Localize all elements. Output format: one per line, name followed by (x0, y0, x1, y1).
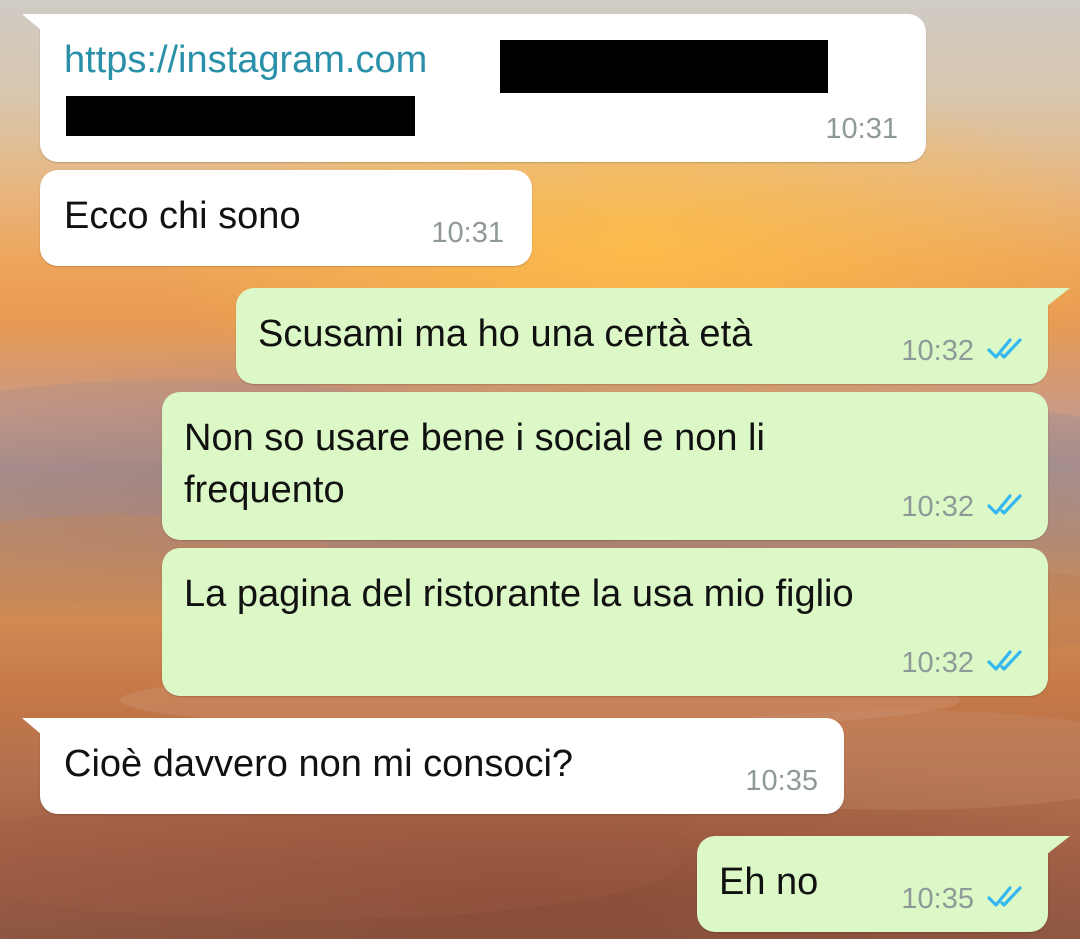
message-text: Ecco chi sono (64, 195, 301, 237)
message-text: La pagina del ristorante la usa mio figl… (184, 573, 854, 615)
message-timestamp: 10:32 (901, 647, 974, 679)
message-text-line: frequento (184, 469, 345, 511)
message-timestamp: 10:32 (901, 335, 974, 367)
redaction-block (500, 40, 828, 93)
double-check-icon (987, 650, 1022, 671)
outgoing-message[interactable]: Eh no 10:35 (697, 836, 1070, 932)
incoming-message-link[interactable]: https://instagram.com 10:31 (22, 14, 926, 162)
double-check-icon (987, 338, 1022, 359)
message-timestamp: 10:31 (431, 217, 504, 249)
outgoing-message[interactable]: Non so usare bene i social e non li freq… (162, 392, 1048, 540)
incoming-message[interactable]: Ecco chi sono 10:31 (40, 170, 532, 266)
redaction-block (66, 96, 415, 136)
message-text-line: Non so usare bene i social e non li (184, 417, 765, 459)
message-timestamp: 10:32 (901, 491, 974, 523)
instagram-link[interactable]: https://instagram.com (64, 34, 427, 86)
outgoing-message[interactable]: La pagina del ristorante la usa mio figl… (162, 548, 1048, 696)
message-timestamp: 10:35 (901, 883, 974, 915)
message-text: Cioè davvero non mi consoci? (64, 743, 574, 785)
double-check-icon (987, 886, 1022, 907)
message-text: Scusami ma ho una certà età (258, 313, 753, 355)
outgoing-message[interactable]: Scusami ma ho una certà età 10:32 (236, 288, 1070, 384)
incoming-message[interactable]: Cioè davvero non mi consoci? 10:35 (22, 718, 844, 814)
double-check-icon (987, 494, 1022, 515)
message-timestamp: 10:31 (825, 113, 898, 145)
message-text: Eh no (719, 861, 819, 903)
message-timestamp: 10:35 (745, 765, 818, 797)
